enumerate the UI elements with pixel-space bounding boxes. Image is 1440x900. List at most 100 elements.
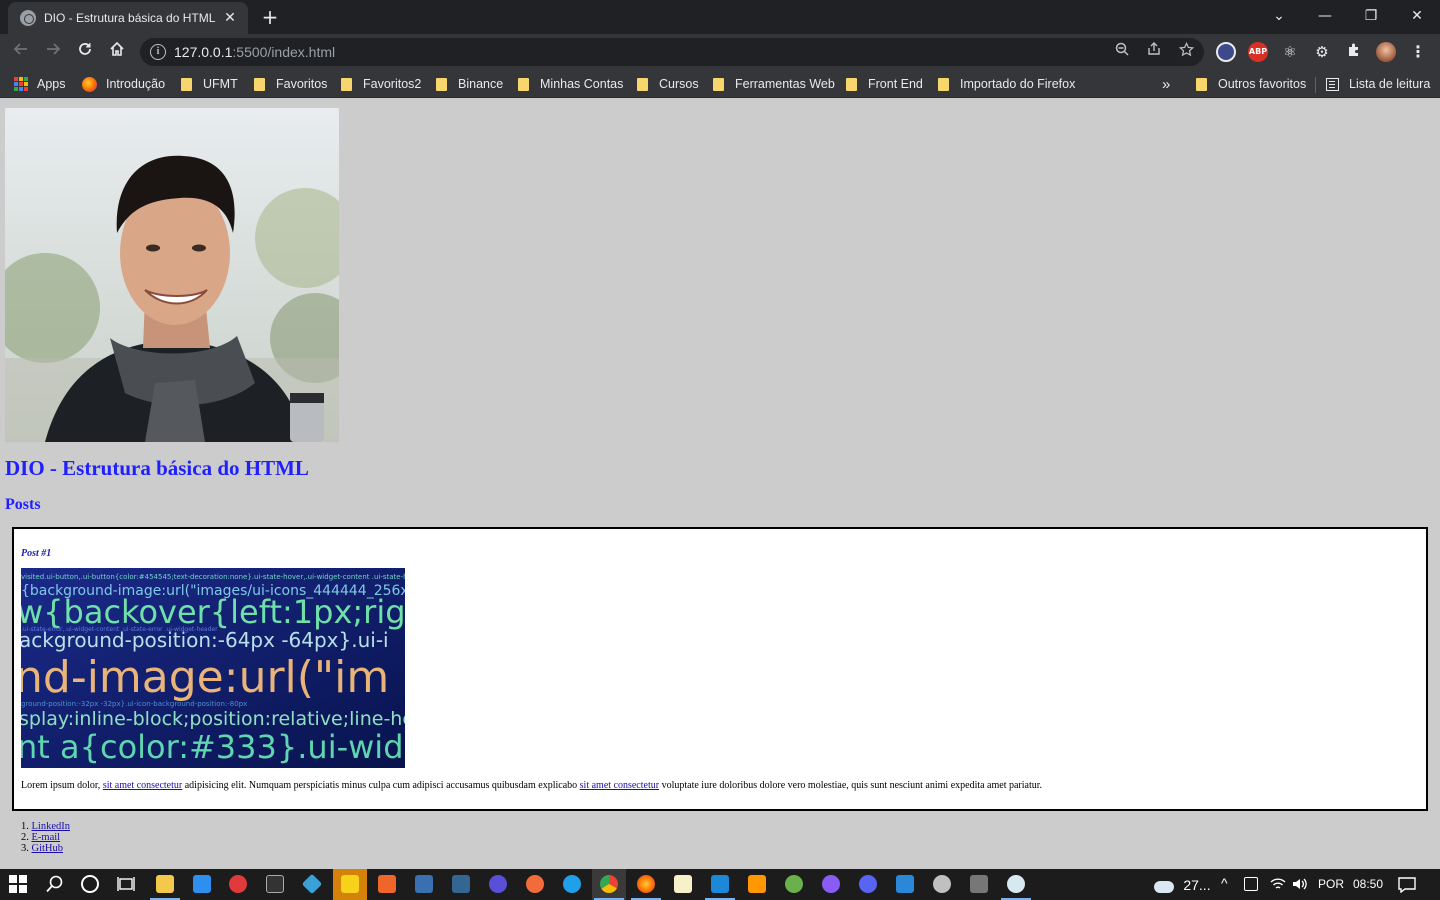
app-blue-square-icon[interactable] <box>896 875 914 893</box>
zoom-icon[interactable] <box>1112 42 1132 62</box>
email-link[interactable]: E-mail <box>32 832 61 843</box>
reading-list-button[interactable]: Lista de leitura <box>1326 75 1430 93</box>
share-icon[interactable] <box>1144 42 1164 62</box>
bookmark-star-icon[interactable] <box>1176 41 1196 62</box>
language-indicator[interactable]: POR <box>1318 877 1344 891</box>
list-item: 1. LinkedIn <box>21 821 70 832</box>
browser-tab[interactable]: DIO - Estrutura básica do HTML ✕ <box>8 2 248 34</box>
volume-icon[interactable] <box>1292 877 1308 894</box>
bookmark-folder-front-end[interactable]: Front End <box>846 75 923 93</box>
bookmarks-overflow-button[interactable]: » <box>1162 75 1170 93</box>
bookmark-apps[interactable]: Apps <box>14 75 66 93</box>
block-extension-icon[interactable] <box>1216 42 1236 62</box>
new-tab-button[interactable]: + <box>258 6 282 30</box>
search-icon[interactable] <box>46 875 64 893</box>
close-window-button[interactable]: ✕ <box>1402 4 1432 28</box>
apps-grid-icon <box>14 77 28 91</box>
bookmark-folder-ferramentas-web[interactable]: Ferramentas Web <box>713 75 835 93</box>
bookmark-folder-favoritos2[interactable]: Favoritos2 <box>341 75 421 93</box>
folder-icon <box>938 77 949 91</box>
notifications-icon[interactable] <box>1398 877 1416 896</box>
reload-icon <box>79 43 91 55</box>
post-text-segment: adipisicing elit. Numquam perspiciatis m… <box>182 780 580 791</box>
task-view-icon[interactable] <box>117 875 135 893</box>
notepad-icon[interactable] <box>674 875 692 893</box>
reload-button[interactable] <box>72 39 98 65</box>
linkedin-link[interactable]: LinkedIn <box>32 821 71 832</box>
post-link-2[interactable]: sit amet consectetur <box>580 780 659 791</box>
app-purple-icon[interactable] <box>489 875 507 893</box>
bookmark-label: Binance <box>458 77 504 91</box>
bookmark-label: Favoritos2 <box>363 77 422 91</box>
vscode-icon[interactable] <box>711 875 729 893</box>
forward-button[interactable] <box>40 39 66 65</box>
app-grey-icon[interactable] <box>933 875 951 893</box>
restore-button[interactable]: ❐ <box>1356 4 1386 28</box>
file-explorer-icon[interactable] <box>156 875 174 893</box>
url-text[interactable]: 127.0.0.1:5500/index.html <box>174 44 335 60</box>
code-line: ackground-position:-64px -64px}.ui-i <box>21 628 389 652</box>
post-link-1[interactable]: sit amet consectetur <box>103 780 182 791</box>
minimize-button[interactable]: — <box>1310 4 1340 28</box>
discord-icon[interactable] <box>859 875 877 893</box>
cortana-icon[interactable] <box>81 875 99 893</box>
sticky-notes-icon[interactable] <box>341 875 359 893</box>
folder-icon <box>341 77 352 91</box>
extensions-puzzle-icon[interactable] <box>1344 42 1364 62</box>
github-desktop-icon[interactable] <box>822 875 840 893</box>
url-path: :5500/index.html <box>232 44 336 60</box>
bookmark-label: Outros favoritos <box>1218 77 1307 91</box>
bookmark-introducao[interactable]: Introdução <box>82 75 165 93</box>
html-editor-icon[interactable] <box>378 875 396 893</box>
clock[interactable]: 08:50 <box>1353 877 1383 891</box>
folder-icon <box>1196 77 1207 91</box>
spring-tools-icon[interactable] <box>785 875 803 893</box>
mail-icon[interactable] <box>193 875 211 893</box>
github-link[interactable]: GitHub <box>32 843 64 854</box>
code-line: ground-position:-32px -32px}.ui-icon-bac… <box>21 700 247 708</box>
site-info-icon[interactable]: i <box>150 44 166 60</box>
bookmark-folder-favoritos[interactable]: Favoritos <box>254 75 327 93</box>
adblock-plus-icon[interactable]: ABP <box>1248 42 1268 62</box>
close-tab-icon[interactable]: ✕ <box>222 10 238 26</box>
arrow-right-icon <box>47 43 61 55</box>
app-dark-icon[interactable] <box>970 875 988 893</box>
bookmark-folder-importado-firefox[interactable]: Importado do Firefox <box>938 75 1075 93</box>
firefox-taskbar-icon[interactable] <box>637 875 655 893</box>
posts-heading: Posts <box>5 496 41 513</box>
folder-icon <box>254 77 265 91</box>
sublime-text-icon[interactable] <box>748 875 766 893</box>
git-icon[interactable] <box>301 873 323 895</box>
terminal-icon[interactable] <box>266 875 284 893</box>
meet-now-icon[interactable] <box>1244 877 1258 891</box>
bookmark-folder-minhas-contas[interactable]: Minhas Contas <box>518 75 623 93</box>
more-menu-icon[interactable]: ⋮ <box>1408 42 1428 62</box>
bookmark-folder-binance[interactable]: Binance <box>436 75 503 93</box>
profile-avatar[interactable] <box>1376 42 1396 62</box>
bookmark-folder-ufmt[interactable]: UFMT <box>181 75 238 93</box>
address-bar[interactable]: i 127.0.0.1:5500/index.html <box>140 38 1204 66</box>
postman-icon[interactable] <box>526 875 544 893</box>
tab-search-chevron-icon[interactable]: ⌄ <box>1264 4 1294 28</box>
weather-temperature: 27... <box>1183 877 1211 893</box>
home-button[interactable] <box>104 39 130 65</box>
code-line: nt a{color:#333}.ui-widge <box>21 728 405 766</box>
tray-overflow-icon[interactable]: ^ <box>1221 875 1228 891</box>
mysql-workbench-icon[interactable] <box>415 875 433 893</box>
wifi-icon[interactable] <box>1270 877 1286 894</box>
chrome-icon[interactable] <box>600 875 618 893</box>
postgresql-icon[interactable] <box>452 875 470 893</box>
windows-start-icon[interactable] <box>9 875 27 893</box>
edge-icon[interactable] <box>563 875 581 893</box>
bookmark-label: Favoritos <box>276 77 328 91</box>
bookmark-folder-cursos[interactable]: Cursos <box>637 75 699 93</box>
firefox-icon <box>82 76 97 92</box>
bookmark-folder-outros-favoritos[interactable]: Outros favoritos <box>1196 75 1306 93</box>
list-number: 3. <box>21 843 29 854</box>
back-button[interactable] <box>8 39 34 65</box>
app-red-icon[interactable] <box>229 875 247 893</box>
react-devtools-icon[interactable]: ⚛ <box>1280 42 1300 62</box>
weather-widget[interactable]: 27... <box>1154 877 1211 893</box>
app-light-icon[interactable] <box>1007 875 1025 893</box>
gear-extension-icon[interactable]: ⚙ <box>1312 42 1332 62</box>
